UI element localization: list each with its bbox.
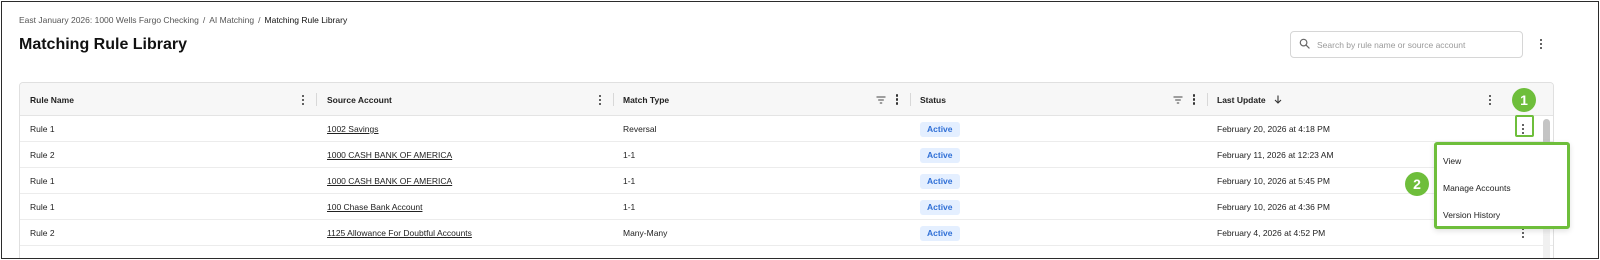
rule-name-cell: Rule 2 xyxy=(30,228,55,238)
column-menu-icon[interactable] xyxy=(298,93,308,107)
sort-descending-icon[interactable] xyxy=(1274,95,1282,104)
column-header-source-account[interactable]: Source Account xyxy=(327,83,392,116)
source-account-link[interactable]: 1000 CASH BANK OF AMERICA xyxy=(327,168,452,194)
table-header: Rule Name Source Account Match Type Stat… xyxy=(20,83,1553,116)
column-header-rule-name[interactable]: Rule Name xyxy=(30,83,74,116)
source-account-link[interactable]: 1002 Savings xyxy=(327,116,379,142)
column-header-match-type[interactable]: Match Type xyxy=(623,83,669,116)
rule-name-cell: Rule 1 xyxy=(30,202,55,212)
match-type-header-icons xyxy=(876,83,902,116)
breadcrumb-item-ai-matching[interactable]: AI Matching xyxy=(209,15,254,25)
status-badge: Active xyxy=(920,199,960,215)
step-2-callout: 2 xyxy=(1405,172,1429,196)
last-update-cell: February 10, 2026 at 5:45 PM xyxy=(1217,176,1330,186)
kebab-highlight-box xyxy=(1515,115,1534,137)
match-type-cell: 1-1 xyxy=(623,202,636,212)
row-actions-menu: View Manage Accounts Version History xyxy=(1434,142,1570,229)
table-row[interactable]: Rule 1 1002 Savings Reversal Active Febr… xyxy=(20,116,1553,142)
last-update-cell: February 10, 2026 at 4:36 PM xyxy=(1217,202,1330,212)
page-more-options-icon[interactable] xyxy=(1536,37,1546,51)
rule-name-cell: Rule 2 xyxy=(30,150,55,160)
breadcrumb-current: Matching Rule Library xyxy=(264,15,348,25)
menu-item-view[interactable]: View xyxy=(1437,147,1567,174)
search-input[interactable] xyxy=(1317,39,1517,50)
filter-icon[interactable] xyxy=(876,95,886,104)
rule-name-cell: Rule 1 xyxy=(30,176,55,186)
breadcrumb: East January 2026: 1000 Wells Fargo Chec… xyxy=(19,15,347,25)
match-type-cell: 1-1 xyxy=(623,150,636,160)
column-header-last-update-label: Last Update xyxy=(1217,94,1266,105)
table-row[interactable]: Rule 1 1000 CASH BANK OF AMERICA 1-1 Act… xyxy=(20,168,1553,194)
table-row[interactable]: Rule 2 1125 Allowance For Doubtful Accou… xyxy=(20,220,1553,246)
source-account-link[interactable]: 100 Chase Bank Account xyxy=(327,194,422,220)
column-menu-icon[interactable] xyxy=(892,93,902,107)
match-type-cell: Reversal xyxy=(623,124,657,134)
match-type-cell: 1-1 xyxy=(623,176,636,186)
match-type-cell: Many-Many xyxy=(623,228,668,238)
status-badge: Active xyxy=(920,173,960,189)
rule-name-cell: Rule 1 xyxy=(30,124,55,134)
page-title: Matching Rule Library xyxy=(19,36,188,53)
menu-item-manage-accounts[interactable]: Manage Accounts xyxy=(1437,174,1567,201)
step-1-callout: 1 xyxy=(1512,88,1536,112)
last-update-cell: February 4, 2026 at 4:52 PM xyxy=(1217,228,1326,238)
filter-icon[interactable] xyxy=(1173,95,1183,104)
column-menu-icon[interactable] xyxy=(1485,93,1495,107)
source-account-link[interactable]: 1125 Allowance For Doubtful Accounts xyxy=(327,220,472,246)
app-frame: East January 2026: 1000 Wells Fargo Chec… xyxy=(1,1,1599,259)
breadcrumb-separator: / xyxy=(258,15,261,25)
status-header-icons xyxy=(1173,83,1199,116)
table-row[interactable]: Rule 2 1000 CASH BANK OF AMERICA 1-1 Act… xyxy=(20,142,1553,168)
search-box[interactable] xyxy=(1290,31,1523,58)
status-badge: Active xyxy=(920,147,960,163)
column-divider xyxy=(910,93,911,106)
search-icon xyxy=(1299,36,1310,54)
column-divider xyxy=(613,93,614,106)
column-header-status[interactable]: Status xyxy=(920,83,946,116)
menu-item-version-history[interactable]: Version History xyxy=(1437,201,1567,228)
status-badge: Active xyxy=(920,121,960,137)
column-divider xyxy=(1207,93,1208,106)
breadcrumb-item-period[interactable]: East January 2026: 1000 Wells Fargo Chec… xyxy=(19,15,199,25)
breadcrumb-separator: / xyxy=(202,15,206,25)
column-divider xyxy=(316,93,317,106)
column-menu-icon[interactable] xyxy=(1189,93,1199,107)
column-header-last-update[interactable]: Last Update xyxy=(1217,83,1282,116)
rules-table: Rule Name Source Account Match Type Stat… xyxy=(19,82,1554,258)
column-menu-icon[interactable] xyxy=(595,93,605,107)
source-account-link[interactable]: 1000 CASH BANK OF AMERICA xyxy=(327,142,452,168)
status-badge: Active xyxy=(920,225,960,241)
last-update-cell: February 20, 2026 at 4:18 PM xyxy=(1217,124,1330,134)
last-update-cell: February 11, 2026 at 12:23 AM xyxy=(1217,150,1334,160)
table-row[interactable] xyxy=(20,246,1553,258)
table-row[interactable]: Rule 1 100 Chase Bank Account 1-1 Active… xyxy=(20,194,1553,220)
